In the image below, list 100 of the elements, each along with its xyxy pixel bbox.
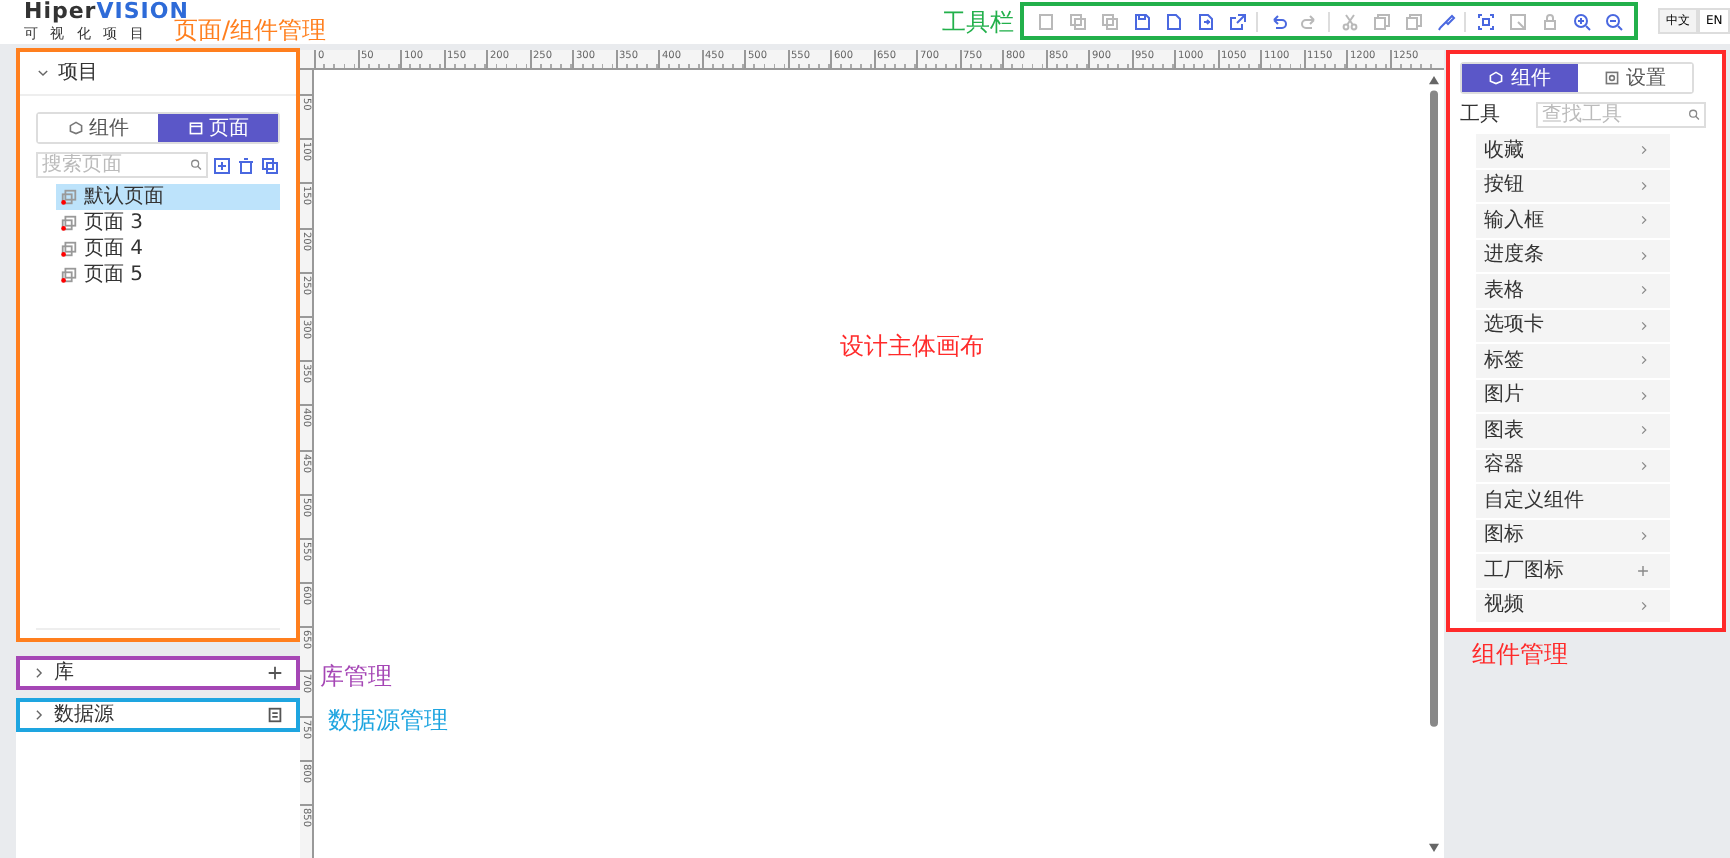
- undo-icon: [1267, 11, 1287, 31]
- chevron-right-icon: [1638, 284, 1650, 297]
- page-item[interactable]: 页面 4: [56, 236, 280, 262]
- cube-icon: [1488, 70, 1505, 86]
- component-category[interactable]: 表格: [1476, 274, 1670, 309]
- list-icon: [266, 706, 284, 724]
- toolbar-button[interactable]: [1224, 8, 1250, 34]
- category-label: 图标: [1484, 521, 1524, 551]
- annotation-label: 库管理: [320, 660, 392, 694]
- page-action-button[interactable]: [212, 152, 232, 178]
- component-category[interactable]: 输入框: [1476, 204, 1670, 239]
- category-label: 工厂图标: [1484, 557, 1564, 586]
- annotation-label: 组件管理: [1472, 638, 1568, 672]
- chevron-right-icon: [1638, 354, 1650, 367]
- component-category[interactable]: 收藏: [1476, 134, 1670, 169]
- document-import-icon: [1195, 11, 1215, 31]
- chevron-right-icon: [1638, 179, 1650, 192]
- page-action-button[interactable]: [260, 152, 280, 178]
- document-icon: [1163, 11, 1183, 31]
- category-label: 选项卡: [1484, 311, 1544, 341]
- annotation-label: 设计主体画布: [840, 330, 984, 364]
- category-label: 按钮: [1484, 171, 1524, 201]
- chevron-right-icon: [1638, 424, 1650, 437]
- search-field[interactable]: 查找工具: [1536, 102, 1706, 128]
- page-name: 页面 3: [84, 210, 144, 238]
- toolbar-button[interactable]: [1600, 8, 1626, 34]
- category-label: 收藏: [1484, 137, 1524, 166]
- page-action-button[interactable]: [236, 152, 256, 178]
- component-category[interactable]: 图片: [1476, 379, 1670, 414]
- plus-icon: [1636, 563, 1650, 578]
- library-title: 库: [54, 659, 74, 688]
- panel-tab[interactable]: 组件: [1462, 64, 1577, 92]
- annotation-label: 数据源管理: [328, 704, 448, 738]
- category-label: 输入框: [1484, 207, 1544, 236]
- scrollbar[interactable]: [1428, 74, 1440, 854]
- chevron-right-icon: [32, 666, 46, 680]
- cube-icon: [67, 120, 83, 136]
- component-category[interactable]: 工厂图标: [1476, 554, 1670, 589]
- select-icon: [1475, 11, 1495, 31]
- chevron-right-icon: [1638, 599, 1650, 612]
- cut-icon: [1339, 11, 1359, 31]
- chevron-down-icon: [36, 66, 50, 80]
- page-item[interactable]: 默认页面: [56, 184, 280, 210]
- annotation-label: 工具栏: [942, 6, 1014, 40]
- logo-text: Hiper: [24, 0, 97, 24]
- panel-tab[interactable]: 页面: [158, 114, 278, 142]
- page-icon: [60, 214, 78, 232]
- chevron-right-icon: [1638, 529, 1650, 542]
- category-label: 表格: [1484, 277, 1524, 306]
- page-icon: [1035, 11, 1055, 31]
- component-category[interactable]: 容器: [1476, 449, 1670, 484]
- plus-icon: [266, 664, 284, 682]
- search-icon: [189, 158, 202, 172]
- layers-icon: [1403, 11, 1423, 31]
- component-category[interactable]: 自定义组件: [1476, 484, 1670, 519]
- chevron-right-icon: [1638, 319, 1650, 332]
- component-category[interactable]: 视频: [1476, 589, 1670, 624]
- pointer-icon: [1507, 11, 1527, 31]
- section-header[interactable]: 项目: [20, 52, 296, 96]
- save-icon: [1131, 11, 1151, 31]
- zoom-out-icon: [1603, 11, 1623, 31]
- component-category[interactable]: 图标: [1476, 519, 1670, 554]
- chevron-right-icon: [1638, 389, 1650, 402]
- page-name: 页面 4: [84, 236, 144, 264]
- component-category[interactable]: 按钮: [1476, 169, 1670, 204]
- category-label: 容器: [1484, 451, 1524, 481]
- collapsible-row[interactable]: 数据源: [16, 698, 300, 732]
- lock-icon: [1539, 11, 1559, 31]
- page-icon: [60, 266, 78, 284]
- category-label: 图表: [1484, 417, 1524, 446]
- component-category[interactable]: 图表: [1476, 414, 1670, 449]
- redo-icon: [1299, 11, 1319, 31]
- category-label: 进度条: [1484, 241, 1544, 271]
- datasource-title: 数据源: [54, 702, 114, 730]
- add-page-icon: [212, 155, 232, 175]
- search-icon: [1687, 108, 1700, 122]
- settings-icon: [1603, 70, 1620, 86]
- toolbar-button[interactable]: [1472, 8, 1498, 34]
- search-field[interactable]: 搜索页面: [36, 152, 208, 178]
- toolbar-button[interactable]: [1568, 8, 1594, 34]
- component-category[interactable]: 标签: [1476, 344, 1670, 379]
- category-label: 自定义组件: [1484, 487, 1584, 516]
- chevron-right-icon: [1638, 144, 1650, 157]
- collapsible-row[interactable]: 库: [16, 656, 300, 690]
- page-item[interactable]: 页面 3: [56, 210, 280, 236]
- category-label: 视频: [1484, 591, 1524, 621]
- page-item[interactable]: 页面 5: [56, 262, 280, 288]
- chevron-right-icon: [32, 708, 46, 722]
- category-label: 图片: [1484, 381, 1524, 411]
- delete-icon: [236, 155, 256, 175]
- chevron-right-icon: [1638, 459, 1650, 472]
- brush-icon: [1435, 11, 1455, 31]
- page-icon: [187, 120, 203, 136]
- page-icon: [60, 188, 78, 206]
- page-icon: [60, 240, 78, 258]
- tool-label: 工具: [1460, 102, 1500, 130]
- component-category[interactable]: 选项卡: [1476, 309, 1670, 344]
- zoom-in-icon: [1571, 11, 1591, 31]
- component-category[interactable]: 进度条: [1476, 239, 1670, 274]
- layers-icon: [1371, 11, 1391, 31]
